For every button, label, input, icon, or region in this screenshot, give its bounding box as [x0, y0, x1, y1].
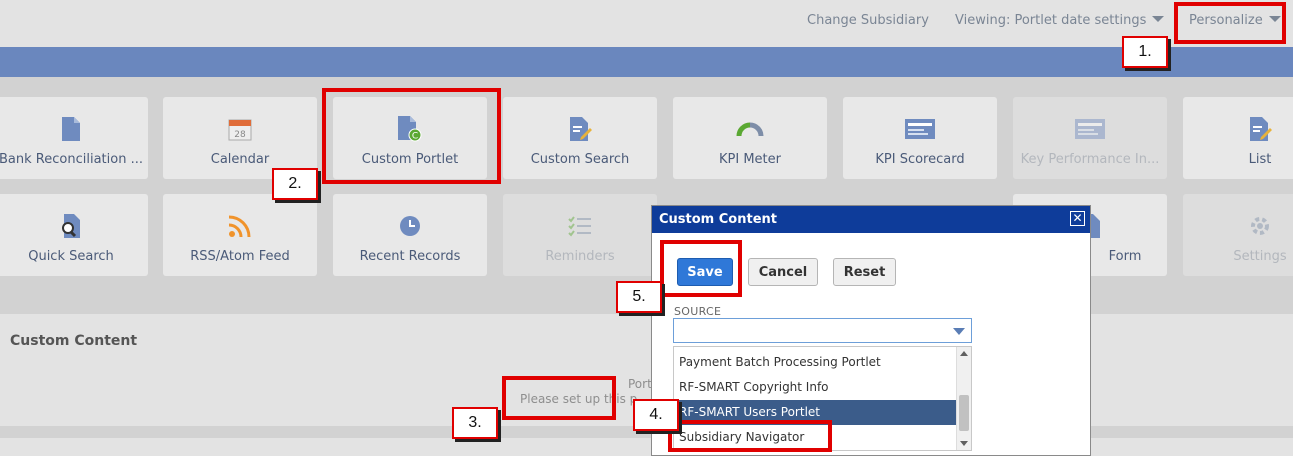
tile-custom-search[interactable]: Custom Search [503, 97, 657, 179]
panel-title: Custom Content [10, 333, 138, 349]
clock-icon [333, 212, 487, 240]
chevron-down-icon [1152, 16, 1165, 22]
tile-bank-reconciliation[interactable]: Bank Reconciliation ... [0, 97, 148, 179]
document-icon [0, 115, 148, 143]
tile-label: KPI Scorecard [875, 152, 965, 167]
highlight-box [1174, 2, 1286, 44]
tile-label: Custom Search [530, 152, 630, 167]
callout-2: 2. [272, 168, 318, 200]
highlight-box [502, 376, 616, 420]
tile-rss-feed[interactable]: RSS/Atom Feed [163, 194, 317, 276]
tile-kpi-meter[interactable]: KPI Meter [673, 97, 827, 179]
tile-label: Settings [1233, 249, 1287, 264]
highlight-box [660, 240, 742, 297]
gauge-icon [673, 115, 827, 143]
bottom-strip [0, 438, 1293, 456]
reset-button[interactable]: Reset [833, 258, 896, 286]
tile-label: Recent Records [359, 249, 461, 264]
tile-label: List [1248, 152, 1272, 167]
source-label: SOURCE [674, 305, 722, 318]
close-icon[interactable]: ✕ [1070, 211, 1085, 226]
scroll-up-icon[interactable] [960, 351, 968, 356]
callout-1: 1. [1122, 36, 1168, 68]
cancel-button[interactable]: Cancel [748, 258, 818, 286]
calendar-icon: 28 [163, 115, 317, 143]
list-edit-icon [1183, 115, 1293, 143]
viewing-dropdown[interactable]: Viewing: Portlet date settings [955, 13, 1165, 28]
tile-recent-records[interactable]: Recent Records [333, 194, 487, 276]
tile-kpi-scorecard[interactable]: KPI Scorecard [843, 97, 997, 179]
scorecard-icon [1013, 115, 1167, 143]
source-select[interactable] [673, 318, 972, 343]
list-item[interactable]: RF-SMART Copyright Info [674, 375, 957, 400]
highlight-box [668, 420, 832, 452]
top-bar: Change Subsidiary Viewing: Portlet date … [0, 0, 1293, 47]
tile-label: Calendar [210, 152, 270, 167]
callout-3: 3. [452, 407, 498, 439]
navigation-band [0, 47, 1293, 77]
tile-label: Reminders [545, 249, 615, 264]
tile-list[interactable]: List [1183, 97, 1293, 179]
dialog-title: Custom Content [652, 206, 1090, 233]
chevron-down-icon [953, 328, 965, 335]
viewing-label: Viewing: Portlet date settings [955, 13, 1147, 28]
tile-label: Bank Reconciliation ... [0, 152, 143, 167]
callout-5: 5. [616, 281, 662, 313]
scrollbar[interactable] [956, 347, 971, 450]
portlet-text: Port [628, 377, 652, 391]
scroll-down-icon[interactable] [960, 441, 968, 446]
search-edit-icon [503, 115, 657, 143]
tile-calendar[interactable]: 28 Calendar [163, 97, 317, 179]
callout-4: 4. [633, 399, 679, 431]
calendar-day: 28 [234, 130, 246, 140]
tile-label: KPI Meter [719, 152, 781, 167]
tile-settings: Settings [1183, 194, 1293, 276]
tile-label: Key Performance In... [1020, 152, 1160, 167]
checklist-icon [503, 212, 657, 240]
scorecard-icon [843, 115, 997, 143]
change-subsidiary-link[interactable]: Change Subsidiary [807, 13, 929, 28]
magnifier-icon [0, 212, 148, 240]
tile-label: Quick Search [28, 249, 114, 264]
tile-label: RSS/Atom Feed [190, 249, 290, 264]
tile-quick-search[interactable]: Quick Search [0, 194, 148, 276]
rss-icon [163, 212, 317, 240]
gear-icon [1183, 212, 1293, 240]
list-item[interactable]: Payment Batch Processing Portlet [674, 350, 957, 375]
highlight-box [322, 88, 501, 184]
scroll-thumb[interactable] [959, 395, 969, 431]
tile-reminders: Reminders [503, 194, 657, 276]
tile-key-performance: Key Performance In... [1013, 97, 1167, 179]
